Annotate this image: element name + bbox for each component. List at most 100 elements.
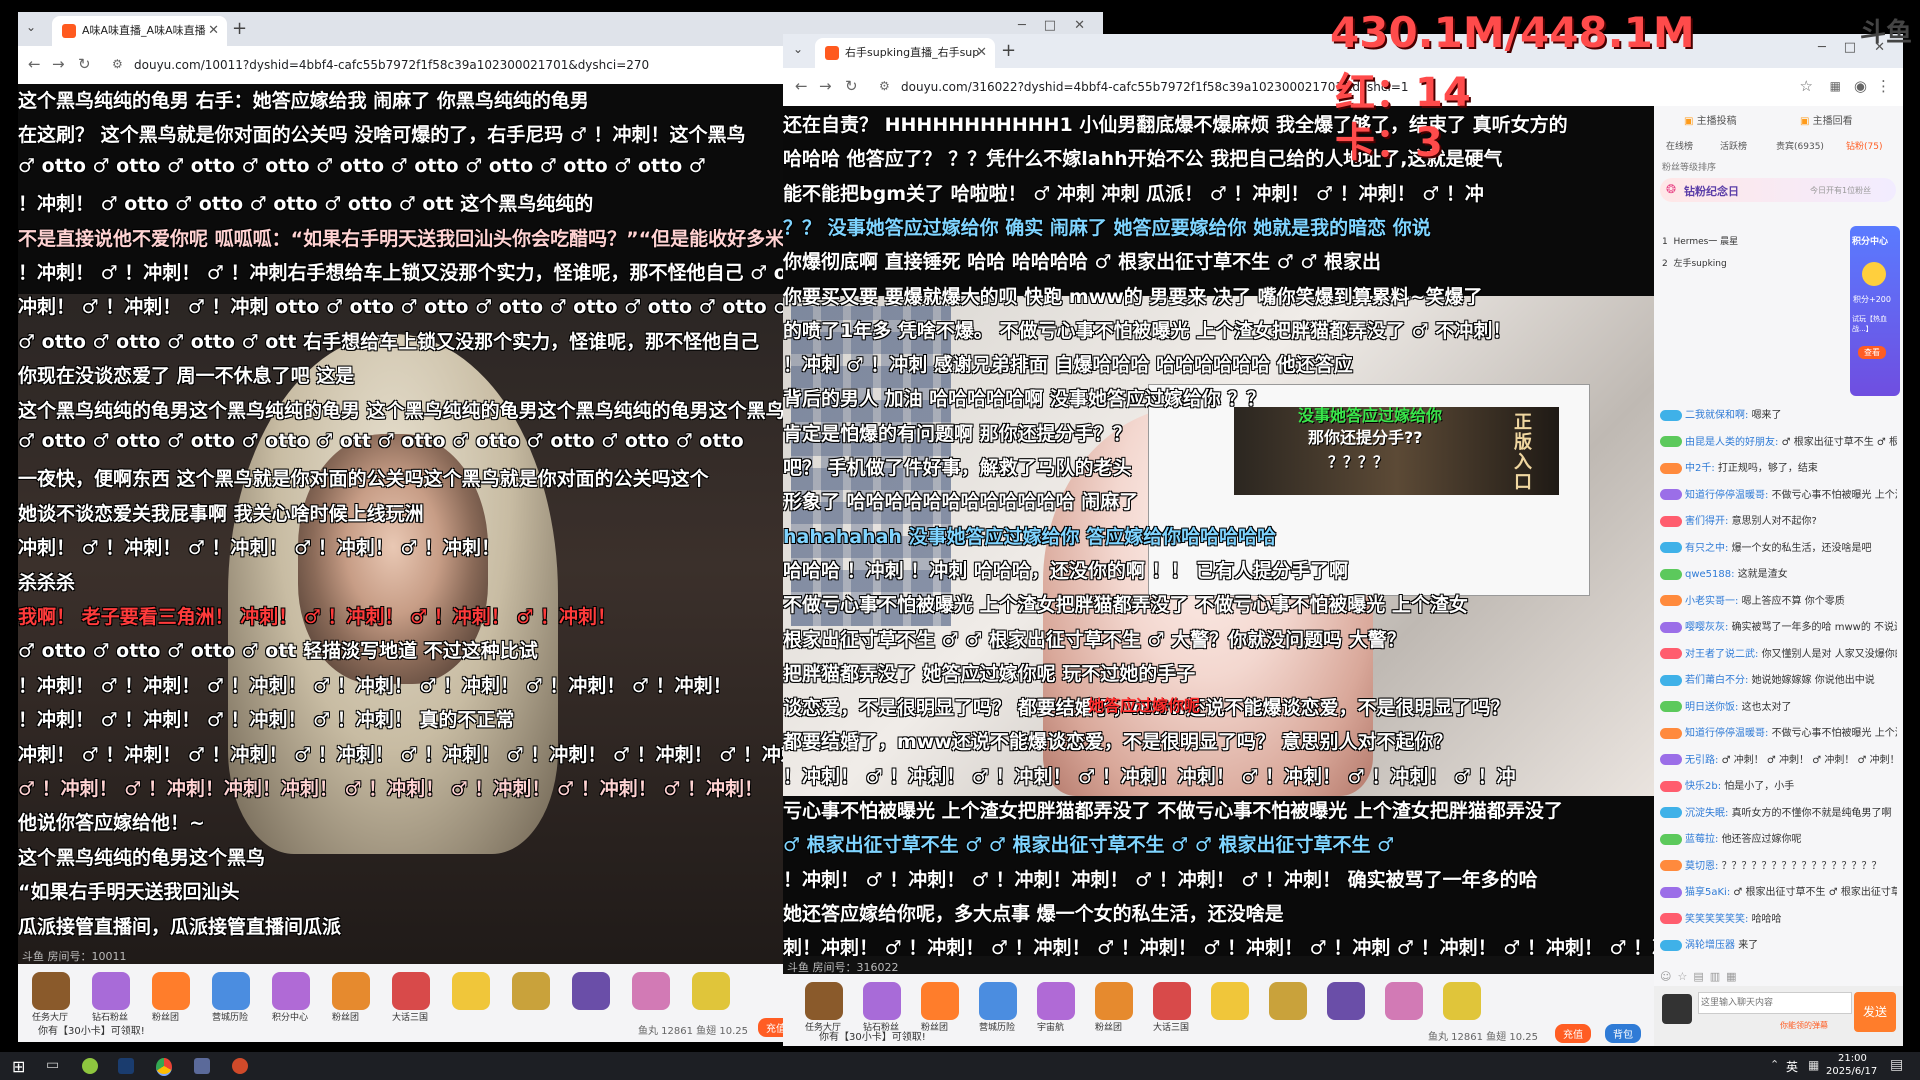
clock-date[interactable]: 2025/6/17: [1826, 1066, 1877, 1077]
start-icon[interactable]: ⊞: [12, 1057, 25, 1076]
gift-icon[interactable]: [805, 982, 843, 1020]
tray-chevron-icon[interactable]: ⌃: [1770, 1058, 1779, 1071]
right-url-field[interactable]: douyu.com/316022?dyshid=4bbf4-cafc55b797…: [901, 76, 1409, 98]
chat-username[interactable]: 蓝莓拉:: [1685, 834, 1718, 845]
chat-username[interactable]: 害们得开:: [1685, 516, 1728, 527]
chat-message[interactable]: 涡轮增压器 来了: [1660, 936, 1897, 951]
right-backpack-button[interactable]: 背包: [1605, 1024, 1641, 1043]
reload-icon[interactable]: ↻: [78, 55, 91, 73]
window-controls[interactable]: ─□✕: [1018, 18, 1103, 33]
forward-icon[interactable]: →: [52, 55, 65, 73]
rank-sort-label[interactable]: 粉丝等级排序: [1662, 160, 1716, 173]
chat-username[interactable]: 猫享5aKi:: [1685, 887, 1730, 898]
gift-icon[interactable]: [863, 982, 901, 1020]
ime-indicator[interactable]: 英: [1786, 1058, 1798, 1075]
chat-message[interactable]: qwe5188: 这就是渣女: [1660, 565, 1897, 580]
gift-icon[interactable]: [1269, 982, 1307, 1020]
gift-icon[interactable]: [92, 972, 130, 1010]
gift-icon[interactable]: [32, 972, 70, 1010]
tab-vip[interactable]: 贵宾(6935): [1776, 139, 1824, 152]
bookmark-star-icon[interactable]: ☆: [1800, 77, 1813, 95]
chat-username[interactable]: 无引路:: [1685, 755, 1718, 766]
send-button[interactable]: 发送: [1854, 992, 1896, 1032]
chat-message[interactable]: 若们莆白不分: 她说她嫁嫁嫁 你说他出中说: [1660, 671, 1897, 686]
chat-input[interactable]: [1698, 992, 1852, 1014]
tab-list-chevron-icon[interactable]: ⌄: [26, 20, 36, 34]
chat-username[interactable]: 嘤嘤灰灰:: [1685, 622, 1728, 633]
left-claim-text[interactable]: 你有【30小卡】可领取!: [38, 1022, 145, 1037]
profile-icon[interactable]: ◉: [1854, 77, 1867, 95]
gift-icon[interactable]: [512, 972, 550, 1010]
gift-icon[interactable]: [692, 972, 730, 1010]
gift-icon[interactable]: [1095, 982, 1133, 1020]
chat-username[interactable]: 有只之中:: [1685, 543, 1728, 554]
right-active-tab[interactable]: 右手supking直播_右手sup ✕: [815, 38, 995, 68]
chat-username[interactable]: 知道行停停温暖哥:: [1685, 490, 1768, 501]
chat-message[interactable]: 二我就保和啊: 嗯来了: [1660, 406, 1897, 421]
clock-time[interactable]: 21:00: [1838, 1053, 1867, 1064]
chat-message[interactable]: 知道行停停温暖哥: 不做亏心事不怕被曝光 上个渣女把胖猫都弄没了: [1660, 486, 1897, 501]
gift-icon[interactable]: [152, 972, 190, 1010]
gift-icon[interactable]: [1327, 982, 1365, 1020]
gift-icon[interactable]: [332, 972, 370, 1010]
taskbar-app-icon[interactable]: [82, 1058, 98, 1074]
reload-icon[interactable]: ↻: [845, 77, 858, 95]
chat-username[interactable]: 莫切恩:: [1685, 861, 1718, 872]
tab-online-rank[interactable]: 在线榜: [1666, 139, 1693, 152]
event-banner[interactable]: ❂ 钻粉纪念日 今日开有1位粉丝: [1660, 178, 1896, 202]
gift-icon[interactable]: [1385, 982, 1423, 1020]
chrome-icon[interactable]: [156, 1058, 172, 1076]
top-link-submit[interactable]: ▣ 主播投稿: [1684, 112, 1737, 127]
chat-username[interactable]: 知道行停停温暖哥:: [1685, 728, 1768, 739]
steam-icon[interactable]: [118, 1058, 134, 1074]
chat-username[interactable]: 沉淀失眠:: [1685, 808, 1728, 819]
gift-icon[interactable]: [1211, 982, 1249, 1020]
right-recharge-button[interactable]: 充值: [1555, 1024, 1591, 1043]
gift-icon[interactable]: [452, 972, 490, 1010]
left-active-tab[interactable]: A味A味直播_A味A味直播 ✕: [52, 16, 227, 46]
tab-list-chevron-icon[interactable]: ⌄: [793, 42, 803, 56]
chat-message[interactable]: 对王者了说二武: 你又懂别人是对 人家又没爆你的，你还要起来了，你有必小人啊: [1660, 645, 1897, 660]
chat-message[interactable]: 快乐2b: 怕是小了，小手: [1660, 777, 1897, 792]
rank-row-2[interactable]: 2 左手supking: [1662, 256, 1727, 269]
chat-message[interactable]: 有只之中: 爆一个女的私生活，还没啥是吧: [1660, 539, 1897, 554]
chat-username[interactable]: 若们莆白不分:: [1685, 675, 1748, 686]
left-url-field[interactable]: douyu.com/10011?dyshid=4bbf4-cafc55b7972…: [134, 54, 649, 76]
tab-diamond-fans[interactable]: 钻粉(75): [1846, 139, 1882, 152]
gift-icon[interactable]: [272, 972, 310, 1010]
notification-icon[interactable]: ▤: [1890, 1057, 1903, 1073]
chat-username[interactable]: 明日送你饭:: [1685, 702, 1738, 713]
rank-row-1[interactable]: 1 Hermes一 晨星: [1662, 234, 1738, 247]
grid-icon[interactable]: ▦: [1808, 1058, 1819, 1072]
chat-message[interactable]: 蓝莓拉: 他还答应过嫁你呢: [1660, 830, 1897, 845]
promo-view-button[interactable]: 查看: [1858, 346, 1886, 359]
chat-message[interactable]: 嘤嘤灰灰: 确实被骂了一年多的哈 mww的 不说还得捧着看多久不知道: [1660, 618, 1897, 633]
chat-message[interactable]: 由昆是人类的好朋友: ♂ 根家出征寸草不生 ♂ 根家出征寸草不生: [1660, 433, 1897, 448]
chat-message[interactable]: 明日送你饭: 这也太对了: [1660, 698, 1897, 713]
gift-icon[interactable]: [572, 972, 610, 1010]
chat-username[interactable]: 笑笑笑笑笑笑:: [1685, 914, 1748, 925]
gift-icon[interactable]: [392, 972, 430, 1010]
chat-message[interactable]: 猫享5aKi: ♂ 根家出征寸草不生 ♂ 根家出征寸草不生: [1660, 883, 1897, 898]
close-tab-icon[interactable]: ✕: [208, 16, 219, 46]
new-tab-icon[interactable]: +: [1001, 40, 1016, 61]
chat-username[interactable]: qwe5188:: [1685, 569, 1735, 580]
chat-message[interactable]: 害们得开: 意思别人对不起你?: [1660, 512, 1897, 527]
task-view-icon[interactable]: ▭: [46, 1057, 59, 1073]
gift-icon[interactable]: [979, 982, 1017, 1020]
gift-icon[interactable]: [1037, 982, 1075, 1020]
top-link-replay[interactable]: ▣ 主播回看: [1800, 112, 1853, 127]
chat-username[interactable]: 中2千:: [1685, 463, 1715, 474]
close-tab-icon[interactable]: ✕: [976, 38, 987, 68]
chat-username[interactable]: 小老实哥一:: [1685, 596, 1738, 607]
chat-message[interactable]: 小老实哥一: 嗯上答应不算 你个零质: [1660, 592, 1897, 607]
chat-username[interactable]: 涡轮增压器: [1685, 940, 1735, 951]
chat-username[interactable]: 由昆是人类的好朋友:: [1685, 437, 1778, 448]
chat-message[interactable]: 知道行停停温暖哥: 不做亏心事不怕被曝光 上个渣女把胖猫都弄没了: [1660, 724, 1897, 739]
back-icon[interactable]: ←: [28, 55, 41, 73]
chat-username[interactable]: 对王者了说二武:: [1685, 649, 1758, 660]
site-info-icon[interactable]: ⚙: [112, 57, 123, 71]
gift-icon[interactable]: [1443, 982, 1481, 1020]
gift-icon[interactable]: [921, 982, 959, 1020]
chat-username[interactable]: 快乐2b:: [1685, 781, 1721, 792]
